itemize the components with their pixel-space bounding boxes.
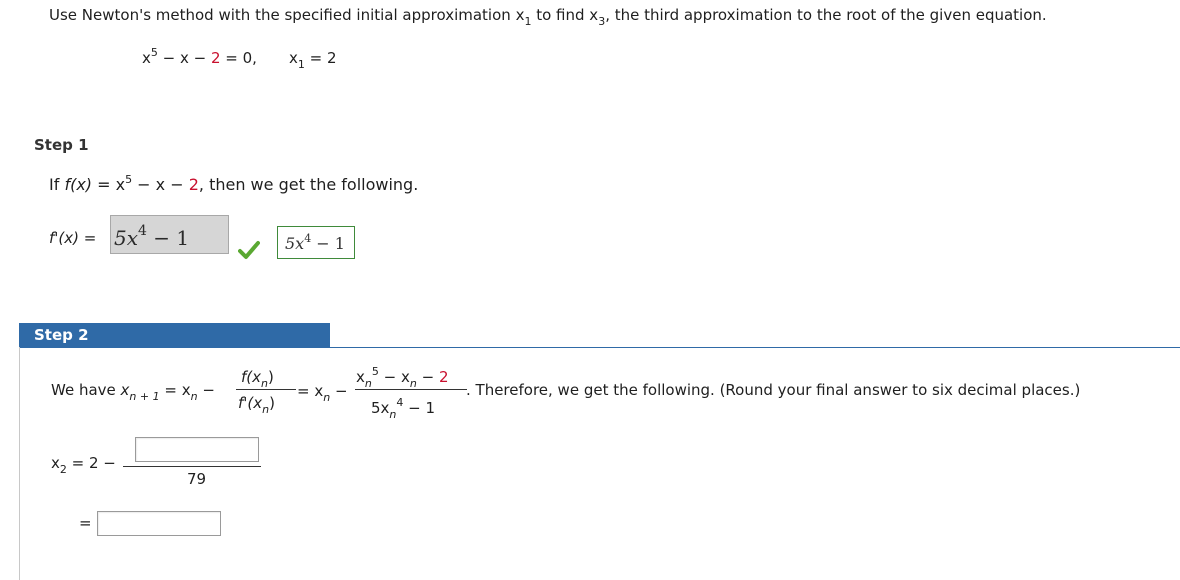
prompt-post: , the third approximation to the root of… xyxy=(605,6,1047,24)
therefore-text: . Therefore, we get the following. (Roun… xyxy=(466,381,1081,399)
correct-answer-box: 5x4 − 1 xyxy=(277,226,355,259)
fprime-label: f'(x) = xyxy=(49,229,97,247)
prompt-pre: Use Newton's method with the specified i… xyxy=(49,6,516,24)
fraction-f-denominator: f'(xn) xyxy=(238,394,275,416)
fraction-f-line xyxy=(236,389,296,390)
explicit-numerator: xn5 − xn − 2 xyxy=(356,365,449,390)
x2-equals-sign: = xyxy=(79,514,92,532)
prompt-mid: to find xyxy=(531,6,590,24)
problem-statement: Use Newton's method with the specified i… xyxy=(49,6,1047,28)
x3-symbol: x3 xyxy=(589,6,606,28)
x2-numerator-input[interactable] xyxy=(135,437,259,462)
explicit-fraction-line xyxy=(355,389,467,390)
we-have-label: We have xn + 1 = xn − xyxy=(51,381,215,403)
fraction-f-numerator: f(xn) xyxy=(241,368,274,390)
step1-statement: If f(x) = x5 − x − 2, then we get the fo… xyxy=(49,173,419,194)
step1-label: Step 1 xyxy=(34,136,89,154)
step2-divider xyxy=(19,347,1180,348)
given-equation: x5 − x − 2 = 0, xyxy=(142,46,257,67)
x2-fraction-line xyxy=(123,466,261,467)
x2-final-answer-input[interactable] xyxy=(97,511,221,536)
check-icon xyxy=(238,240,260,260)
x2-denominator: 79 xyxy=(187,470,207,488)
fprime-answer-value: 5x4 − 1 xyxy=(114,223,190,250)
step2-left-border xyxy=(19,347,20,580)
step2-header: Step 2 xyxy=(19,323,330,347)
x2-label: x2 = 2 − xyxy=(51,454,116,476)
equals-xn: = xn − xyxy=(297,382,348,404)
correct-answer-value: 5x4 − 1 xyxy=(285,232,345,253)
fprime-answer-input[interactable]: 5x4 − 1 xyxy=(110,215,229,254)
explicit-denominator: 5xn4 − 1 xyxy=(371,396,436,421)
initial-approximation: x1 = 2 xyxy=(289,49,337,71)
x1-symbol: x1 xyxy=(515,6,532,28)
